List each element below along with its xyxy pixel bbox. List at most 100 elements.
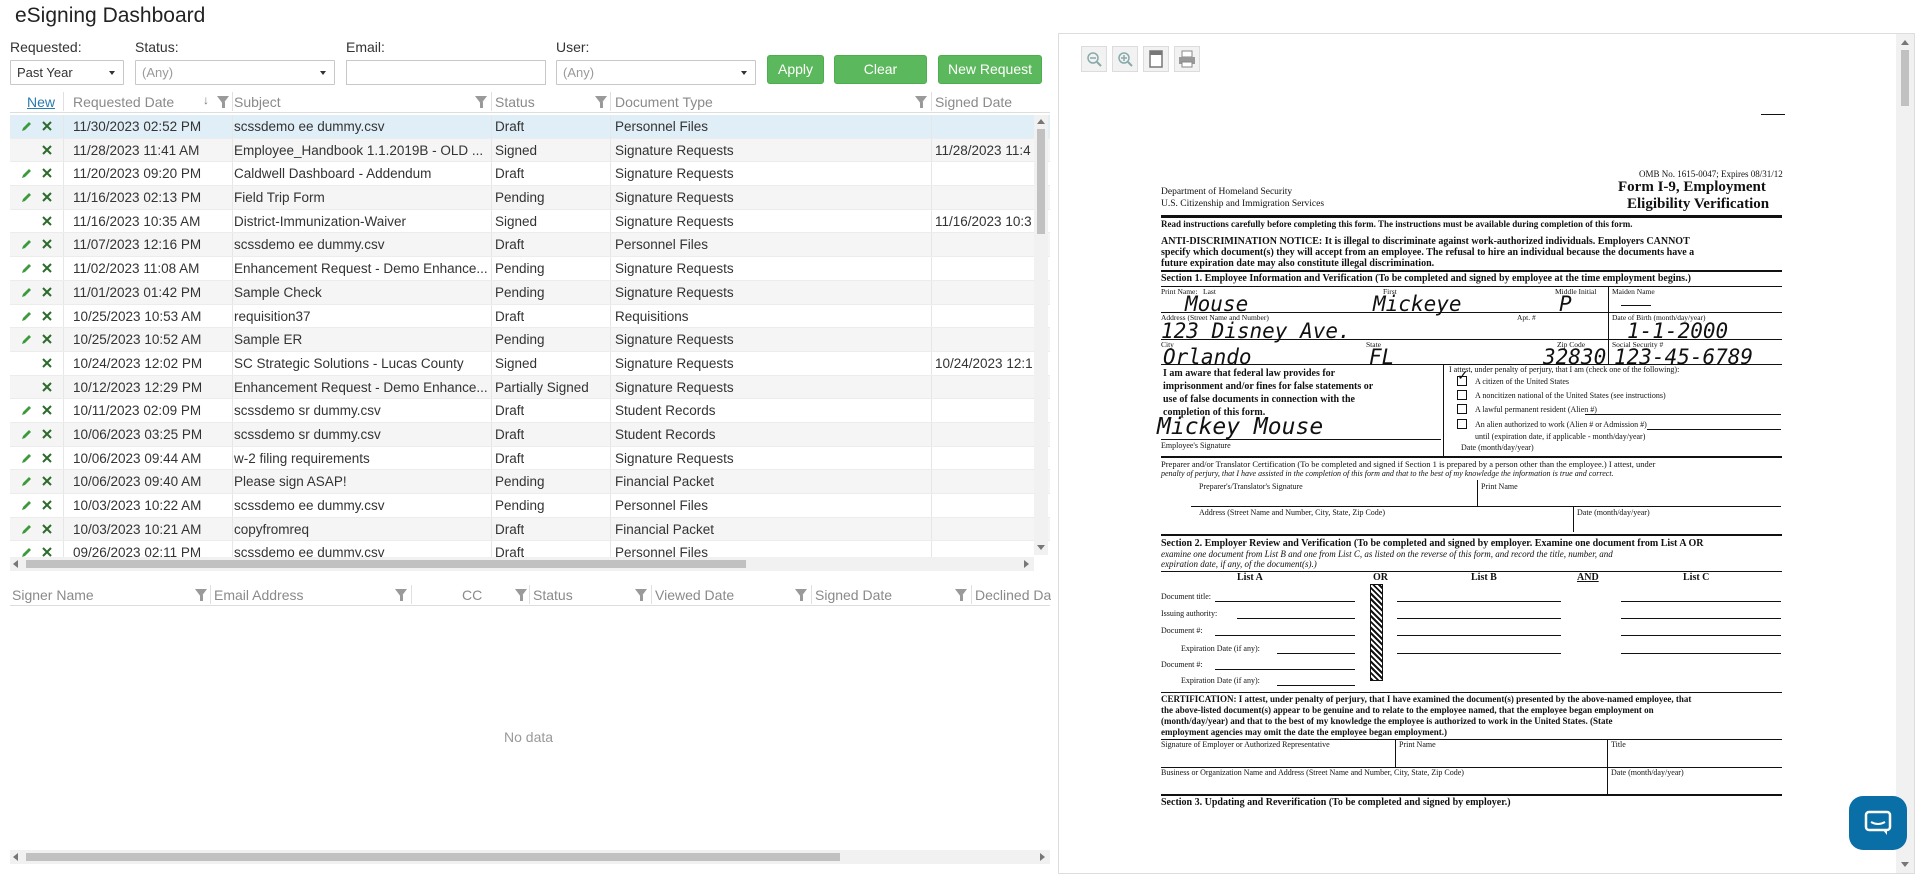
table-row[interactable]: 10/25/2023 10:53 AM requisition37 Draft Req… [10, 304, 1050, 329]
filter-icon[interactable] [195, 589, 207, 601]
subject-column-header[interactable]: Subject [234, 94, 281, 110]
filter-icon[interactable] [955, 589, 967, 601]
pencil-icon[interactable] [21, 238, 33, 250]
filter-icon[interactable] [915, 96, 927, 108]
pencil-icon[interactable] [21, 452, 33, 464]
requests-horizontal-scrollbar[interactable] [10, 557, 1034, 571]
new-column-header[interactable]: New [27, 94, 55, 110]
status-select[interactable]: (Any) [135, 60, 335, 85]
pencil-icon[interactable] [21, 475, 33, 487]
close-icon[interactable] [41, 167, 53, 179]
scrollbar-thumb[interactable] [26, 853, 840, 861]
scroll-right-icon[interactable] [1024, 560, 1029, 568]
scroll-down-icon[interactable] [1901, 862, 1909, 867]
close-icon[interactable] [41, 381, 53, 393]
table-row[interactable]: 11/30/2023 02:52 PM scssdemo ee dummy.csv… [10, 115, 1050, 139]
table-row[interactable]: 10/25/2023 10:52 AM Sample ER Pending Signa… [10, 328, 1050, 352]
new-request-button[interactable]: New Request [938, 55, 1042, 84]
scroll-left-icon[interactable] [13, 560, 18, 568]
filter-icon[interactable] [395, 589, 407, 601]
pencil-icon[interactable] [21, 262, 33, 274]
table-row[interactable]: 11/16/2023 02:13 PM Field Trip Form Pendin… [10, 186, 1050, 210]
table-row[interactable]: 09/26/2023 02:11 PM scssdemo ee dummy.csv… [10, 541, 1050, 557]
email-input[interactable] [346, 60, 546, 85]
table-row[interactable]: 11/28/2023 11:41 AM Employee_Handbook 1.1… [10, 138, 1050, 163]
scroll-down-icon[interactable] [1037, 545, 1045, 550]
table-row[interactable]: 11/07/2023 12:16 PM scssdemo ee dummy.csv… [10, 233, 1050, 258]
declined-date-column-header[interactable]: Declined Da [975, 587, 1051, 603]
signer-name-column-header[interactable]: Signer Name [12, 587, 94, 603]
apply-button[interactable]: Apply [767, 55, 824, 84]
pencil-icon[interactable] [21, 523, 33, 535]
close-icon[interactable] [41, 262, 53, 274]
filter-icon[interactable] [635, 589, 647, 601]
close-icon[interactable] [41, 144, 53, 156]
filter-icon[interactable] [217, 96, 229, 108]
table-row[interactable]: 11/20/2023 09:20 PM Caldwell Dashboard - … [10, 162, 1050, 187]
pencil-icon[interactable] [21, 167, 33, 179]
table-row[interactable]: 10/11/2023 02:09 PM scssdemo sr dummy.csv… [10, 399, 1050, 423]
scroll-left-icon[interactable] [13, 853, 18, 861]
email-address-column-header[interactable]: Email Address [214, 587, 303, 603]
zoom-in-button[interactable] [1112, 46, 1138, 72]
table-row[interactable]: 11/16/2023 10:35 AM District-Immunization… [10, 209, 1050, 234]
pencil-icon[interactable] [21, 120, 33, 132]
pencil-icon[interactable] [21, 499, 33, 511]
table-row[interactable]: 11/01/2023 01:42 PM Sample Check Pending Si… [10, 280, 1050, 305]
close-icon[interactable] [41, 333, 53, 345]
close-icon[interactable] [41, 215, 53, 227]
table-row[interactable]: 10/03/2023 10:22 AM scssdemo ee dummy.csv… [10, 494, 1050, 518]
preview-vertical-scrollbar[interactable] [1896, 34, 1914, 873]
requested-select[interactable]: Past Year [10, 60, 124, 85]
table-row[interactable]: 11/02/2023 11:08 AM Enhancement Request -… [10, 257, 1050, 281]
signed-date-column-header[interactable]: Signed Date [935, 94, 1012, 110]
pencil-icon[interactable] [21, 286, 33, 298]
requested-date-column-header[interactable]: Requested Date [73, 94, 174, 110]
close-icon[interactable] [41, 428, 53, 440]
signers-horizontal-scrollbar[interactable] [10, 850, 1050, 864]
filter-icon[interactable] [595, 96, 607, 108]
close-icon[interactable] [41, 499, 53, 511]
table-row[interactable]: 10/06/2023 03:25 PM scssdemo sr dummy.csv… [10, 422, 1050, 447]
table-row[interactable]: 10/03/2023 10:21 AM copyfromreq Draft Finan… [10, 517, 1050, 542]
close-icon[interactable] [41, 357, 53, 369]
close-icon[interactable] [41, 523, 53, 535]
scroll-up-icon[interactable] [1901, 40, 1909, 45]
sort-down-icon[interactable]: ↓ [203, 93, 209, 107]
table-row[interactable]: 10/24/2023 12:02 PM SC Strategic Solution… [10, 351, 1050, 376]
signer-signed-date-column-header[interactable]: Signed Date [815, 587, 892, 603]
scrollbar-thumb[interactable] [26, 560, 746, 568]
filter-icon[interactable] [475, 96, 487, 108]
scrollbar-thumb[interactable] [1901, 50, 1909, 106]
close-icon[interactable] [41, 310, 53, 322]
viewed-date-column-header[interactable]: Viewed Date [655, 587, 734, 603]
chat-button[interactable] [1849, 796, 1907, 850]
status-column-header[interactable]: Status [495, 94, 535, 110]
zoom-out-button[interactable] [1081, 46, 1107, 72]
close-icon[interactable] [41, 452, 53, 464]
close-icon[interactable] [41, 238, 53, 250]
scroll-right-icon[interactable] [1040, 853, 1045, 861]
user-select[interactable]: (Any) [556, 60, 756, 85]
pencil-icon[interactable] [21, 310, 33, 322]
filter-icon[interactable] [795, 589, 807, 601]
signer-status-column-header[interactable]: Status [533, 587, 573, 603]
table-row[interactable]: 10/06/2023 09:40 AM Please sign ASAP! Pend… [10, 470, 1050, 494]
cc-column-header[interactable]: CC [462, 587, 482, 603]
pencil-icon[interactable] [21, 428, 33, 440]
close-icon[interactable] [41, 120, 53, 132]
clear-filters-button[interactable]: Clear Filters [834, 55, 927, 104]
scrollbar-thumb[interactable] [1037, 129, 1045, 234]
pencil-icon[interactable] [21, 404, 33, 416]
close-icon[interactable] [41, 286, 53, 298]
table-row[interactable]: 10/06/2023 09:44 AM w-2 filing requiremen… [10, 446, 1050, 471]
pencil-icon[interactable] [21, 333, 33, 345]
document-type-column-header[interactable]: Document Type [615, 94, 713, 110]
requests-vertical-scrollbar[interactable] [1034, 115, 1048, 555]
close-icon[interactable] [41, 404, 53, 416]
close-icon[interactable] [41, 546, 53, 557]
table-row[interactable]: 10/12/2023 12:29 PM Enhancement Request -… [10, 375, 1050, 400]
close-icon[interactable] [41, 475, 53, 487]
close-icon[interactable] [41, 191, 53, 203]
filter-icon[interactable] [515, 589, 527, 601]
